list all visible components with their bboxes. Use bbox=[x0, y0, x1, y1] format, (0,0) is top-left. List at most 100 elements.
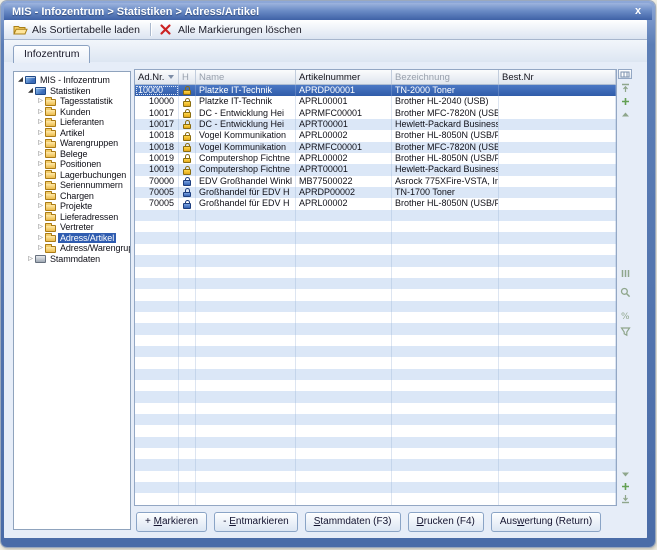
tree-item-vertreter[interactable]: ▷Vertreter bbox=[14, 222, 130, 233]
table-row[interactable]: 10000Platzke IT-TechnikAPRL00001Brother … bbox=[135, 96, 616, 107]
table-empty-row[interactable] bbox=[135, 505, 616, 506]
tree-item-belege[interactable]: ▷Belege bbox=[14, 149, 130, 160]
table-empty-row[interactable] bbox=[135, 414, 616, 425]
clear-marks-button[interactable]: Alle Markierungen löschen bbox=[155, 22, 308, 37]
table-empty-row[interactable] bbox=[135, 391, 616, 402]
table-empty-row[interactable] bbox=[135, 323, 616, 334]
table-empty-row[interactable] bbox=[135, 482, 616, 493]
table-empty-row[interactable] bbox=[135, 312, 616, 323]
column-header-lock[interactable]: H bbox=[179, 70, 196, 84]
table-empty-row[interactable] bbox=[135, 437, 616, 448]
go-first-icon[interactable] bbox=[619, 82, 632, 95]
expand-arrow-icon[interactable]: ▷ bbox=[36, 222, 45, 233]
mark-button[interactable]: + Markieren bbox=[136, 512, 207, 532]
tree-item-tagesstatistik[interactable]: ▷Tagesstatistik bbox=[14, 96, 130, 107]
expand-arrow-icon[interactable]: ▷ bbox=[36, 107, 45, 118]
scroll-up-icon[interactable] bbox=[619, 108, 632, 121]
expand-arrow-icon[interactable]: ▷ bbox=[36, 243, 45, 254]
expand-arrow-icon[interactable]: ▷ bbox=[36, 191, 45, 202]
expand-arrow-icon[interactable]: ▷ bbox=[36, 159, 45, 170]
table-empty-row[interactable] bbox=[135, 221, 616, 232]
expand-arrow-icon[interactable]: ▷ bbox=[36, 96, 45, 107]
tree-item-seriennummern[interactable]: ▷Seriennummern bbox=[14, 180, 130, 191]
collapse-arrow-icon[interactable]: ◢ bbox=[16, 75, 25, 86]
cell-adnr: 10018 bbox=[135, 142, 179, 153]
column-header-adnr[interactable]: Ad.Nr. bbox=[135, 70, 179, 84]
table-empty-row[interactable] bbox=[135, 369, 616, 380]
expand-arrow-icon[interactable]: ▷ bbox=[26, 254, 35, 265]
table-empty-row[interactable] bbox=[135, 278, 616, 289]
filter-icon[interactable] bbox=[619, 325, 632, 338]
tree-item-statistiken[interactable]: ◢Statistiken bbox=[14, 86, 130, 97]
tab-infozentrum[interactable]: Infozentrum bbox=[13, 45, 90, 63]
percent-view-icon[interactable]: % bbox=[619, 309, 632, 322]
tree-item-artikel[interactable]: ▷Artikel bbox=[14, 128, 130, 139]
table-empty-row[interactable] bbox=[135, 232, 616, 243]
table-row[interactable]: 10019Computershop FichtneAPRL00002Brothe… bbox=[135, 153, 616, 164]
expand-arrow-icon[interactable]: ▷ bbox=[36, 149, 45, 160]
expand-arrow-icon[interactable]: ▷ bbox=[36, 128, 45, 139]
column-header-bestnr[interactable]: Best.Nr bbox=[499, 70, 616, 84]
search-icon[interactable] bbox=[619, 286, 632, 299]
table-empty-row[interactable] bbox=[135, 255, 616, 266]
tree-item-adress-warengruppen[interactable]: ▷Adress/Warengruppen bbox=[14, 243, 130, 254]
tree-item-lagerbuchungen[interactable]: ▷Lagerbuchungen bbox=[14, 170, 130, 181]
table-row[interactable]: 10018Vogel KommunikationAPRL00002Brother… bbox=[135, 130, 616, 141]
table-row[interactable]: 10017DC - Entwicklung HeiAPRMFC00001Brot… bbox=[135, 108, 616, 119]
table-row[interactable]: 10000Platzke IT-TechnikAPRDP00001TN-2000… bbox=[135, 85, 616, 96]
table-empty-row[interactable] bbox=[135, 448, 616, 459]
tree-item-stammdaten[interactable]: ▷Stammdaten bbox=[14, 254, 130, 265]
expand-arrow-icon[interactable]: ▷ bbox=[36, 138, 45, 149]
cell-adnr bbox=[135, 391, 179, 402]
tree-item-kunden[interactable]: ▷Kunden bbox=[14, 107, 130, 118]
tree-item-positionen[interactable]: ▷Positionen bbox=[14, 159, 130, 170]
table-empty-row[interactable] bbox=[135, 357, 616, 368]
tree-item-adress-artikel[interactable]: ▷Adress/Artikel bbox=[14, 233, 130, 244]
column-header-artikelnummer[interactable]: Artikelnummer bbox=[296, 70, 392, 84]
tree-item-mis-infozentrum[interactable]: ◢MIS - Infozentrum bbox=[14, 75, 130, 86]
table-empty-row[interactable] bbox=[135, 380, 616, 391]
table-row[interactable]: 10019Computershop FichtneAPRT00001Hewlet… bbox=[135, 164, 616, 175]
table-empty-row[interactable] bbox=[135, 301, 616, 312]
unmark-button[interactable]: - Entmarkieren bbox=[214, 512, 298, 532]
table-row[interactable]: 10018Vogel KommunikationAPRMFC00001Broth… bbox=[135, 142, 616, 153]
drucken-button[interactable]: Drucken (F4) bbox=[408, 512, 484, 532]
table-empty-row[interactable] bbox=[135, 244, 616, 255]
tree-item-projekte[interactable]: ▷Projekte bbox=[14, 201, 130, 212]
expand-arrow-icon[interactable]: ▷ bbox=[36, 201, 45, 212]
table-empty-row[interactable] bbox=[135, 403, 616, 414]
stammdaten-button[interactable]: Stammdaten (F3) bbox=[305, 512, 401, 532]
expand-arrow-icon[interactable]: ▷ bbox=[36, 170, 45, 181]
expand-arrow-icon[interactable]: ▷ bbox=[36, 180, 45, 191]
table-empty-row[interactable] bbox=[135, 425, 616, 436]
tree-item-lieferanten[interactable]: ▷Lieferanten bbox=[14, 117, 130, 128]
table-empty-row[interactable] bbox=[135, 346, 616, 357]
close-button[interactable]: x bbox=[631, 5, 645, 18]
table-row[interactable]: 70005Großhandel für EDV HAPRDP00002TN-17… bbox=[135, 187, 616, 198]
collapse-arrow-icon[interactable]: ◢ bbox=[26, 86, 35, 97]
expand-arrow-icon[interactable]: ▷ bbox=[36, 233, 45, 244]
load-sorttable-button[interactable]: Als Sortiertabelle laden bbox=[9, 22, 146, 37]
tree-item-chargen[interactable]: ▷Chargen bbox=[14, 191, 130, 202]
table-row[interactable]: 70005Großhandel für EDV HAPRL00002Brothe… bbox=[135, 198, 616, 209]
table-empty-row[interactable] bbox=[135, 471, 616, 482]
go-last-icon[interactable] bbox=[619, 492, 632, 505]
table-empty-row[interactable] bbox=[135, 267, 616, 278]
table-empty-row[interactable] bbox=[135, 289, 616, 300]
expand-arrow-icon[interactable]: ▷ bbox=[36, 212, 45, 223]
columns-view-icon[interactable] bbox=[619, 267, 632, 280]
expand-arrow-icon[interactable]: ▷ bbox=[36, 117, 45, 128]
table-empty-row[interactable] bbox=[135, 493, 616, 504]
column-header-name[interactable]: Name bbox=[196, 70, 296, 84]
mark-up-icon[interactable] bbox=[619, 95, 632, 108]
table-empty-row[interactable] bbox=[135, 210, 616, 221]
table-empty-row[interactable] bbox=[135, 459, 616, 470]
column-chooser-button[interactable] bbox=[618, 69, 632, 79]
tree-item-lieferadressen[interactable]: ▷Lieferadressen bbox=[14, 212, 130, 223]
table-row[interactable]: 10017DC - Entwicklung HeiAPRT00001Hewlet… bbox=[135, 119, 616, 130]
tree-item-warengruppen[interactable]: ▷Warengruppen bbox=[14, 138, 130, 149]
table-empty-row[interactable] bbox=[135, 335, 616, 346]
table-row[interactable]: 70000EDV Großhandel WinklMB77500022Asroc… bbox=[135, 176, 616, 187]
column-header-bezeichnung[interactable]: Bezeichnung bbox=[392, 70, 499, 84]
auswertung-button[interactable]: Auswertung (Return) bbox=[491, 512, 601, 532]
